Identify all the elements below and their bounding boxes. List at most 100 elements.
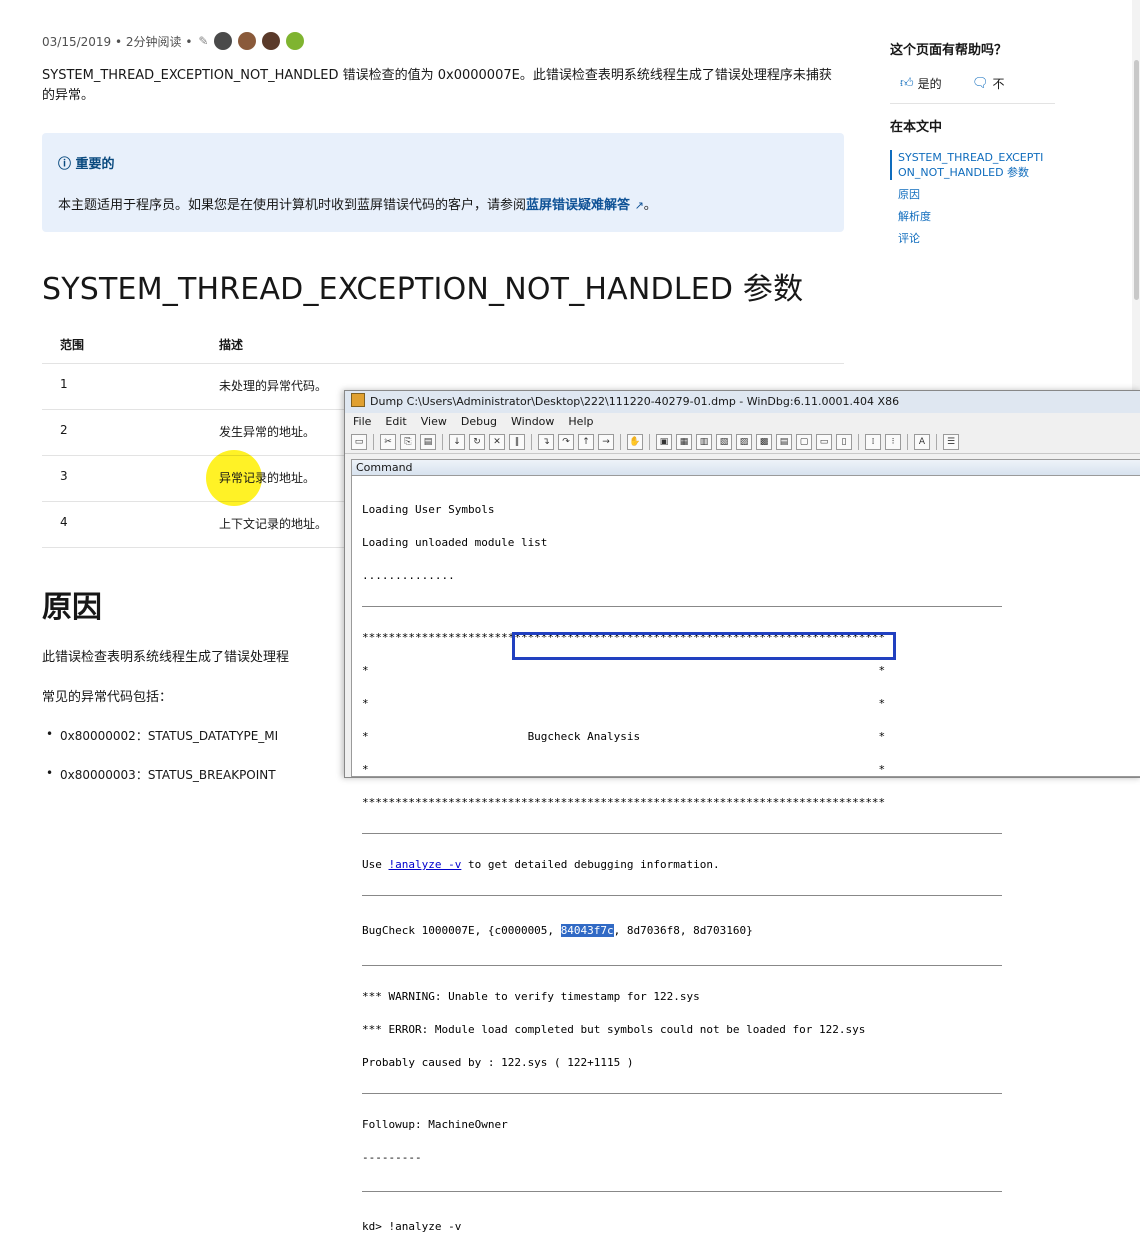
feedback-no-button[interactable]: 🗨︎ 不: [972, 75, 1005, 92]
cut-icon[interactable]: ✂: [380, 434, 396, 450]
feedback-question: 这个页面有帮助吗？: [890, 43, 1008, 58]
output-line: ---------: [362, 1151, 422, 1164]
divider: [890, 103, 1055, 104]
stop-debugging-icon[interactable]: ✕: [489, 434, 505, 450]
output-divider: [362, 606, 1002, 607]
menu-edit[interactable]: Edit: [385, 413, 406, 431]
locals-window-icon[interactable]: ▥: [696, 434, 712, 450]
command-window-icon[interactable]: ▣: [656, 434, 672, 450]
toolbar-separator: [531, 434, 532, 450]
output-line: * *: [362, 697, 886, 710]
article-meta: 03/15/2019 • 2分钟阅读 • ✎: [42, 32, 305, 50]
alert-text-end: 。: [643, 198, 657, 213]
alert-body: 本主题适用于程序员。如果您是在使用计算机时收到蓝屏错误代码的客户，请参阅蓝屏错误…: [58, 194, 657, 213]
toc-item-resolution[interactable]: 解析度: [890, 209, 1060, 224]
menu-view[interactable]: View: [421, 413, 447, 431]
windbg-titlebar[interactable]: Dump C:\Users\Administrator\Desktop\222\…: [345, 391, 1140, 413]
watch-window-icon[interactable]: ▦: [676, 434, 692, 450]
table-cell: 上下文记录的地址。: [219, 517, 328, 531]
output-divider: [362, 1191, 1002, 1192]
output-line: ..............: [362, 569, 455, 582]
page-scrollbar-thumb[interactable]: [1134, 60, 1139, 300]
toc-item-cause[interactable]: 原因: [890, 187, 1060, 202]
output-line: * *: [362, 763, 886, 776]
thumbs-up-icon: 👍︎: [900, 76, 914, 91]
step-over-icon[interactable]: ↷: [558, 434, 574, 450]
memory-window-icon[interactable]: ▨: [736, 434, 752, 450]
external-link-icon: ↗: [634, 199, 644, 212]
output-line: ****************************************…: [362, 796, 886, 809]
step-out-icon[interactable]: ↑: [578, 434, 594, 450]
toc-item-parameters[interactable]: SYSTEM_THREAD_EXCEPTION_NOT_HANDLED 参数: [890, 150, 1048, 180]
menu-debug[interactable]: Debug: [461, 413, 497, 431]
toolbar-separator: [858, 434, 859, 450]
bluescreen-troubleshoot-link[interactable]: 蓝屏错误疑难解答 ↗: [526, 198, 644, 213]
bugcheck-suffix: , 8d7036f8, 8d703160}: [613, 924, 753, 937]
break-icon[interactable]: ‖: [509, 434, 525, 450]
font-icon[interactable]: A: [914, 434, 930, 450]
list-item: 0x80000003：STATUS_BREAKPOINT: [46, 766, 276, 783]
contributor-avatar[interactable]: [238, 32, 257, 50]
table-of-contents: SYSTEM_THREAD_EXCEPTION_NOT_HANDLED 参数 原…: [890, 150, 1060, 253]
toolbar-separator: [649, 434, 650, 450]
menu-file[interactable]: File: [353, 413, 371, 431]
table-cell: 3: [60, 469, 68, 483]
output-divider: [362, 895, 1002, 896]
paste-icon[interactable]: ▤: [420, 434, 436, 450]
windbg-menubar: File Edit View Debug Window Help: [345, 413, 1140, 431]
list-item: 0x80000002：STATUS_DATATYPE_MI: [46, 727, 278, 744]
edit-icon[interactable]: ✎: [198, 34, 208, 48]
cause-heading: 原因: [42, 590, 102, 625]
comment-icon: 🗨︎: [972, 76, 989, 91]
analyze-command-link[interactable]: !analyze -v: [389, 858, 462, 871]
scratch-pad-icon[interactable]: ▢: [796, 434, 812, 450]
restart-icon[interactable]: ↻: [469, 434, 485, 450]
output-line: Loading User Symbols: [362, 503, 495, 516]
copy-icon[interactable]: ⎘: [400, 434, 416, 450]
output-line: *** ERROR: Module load completed but sym…: [362, 1023, 866, 1036]
codes-intro: 常见的异常代码包括：: [42, 690, 173, 705]
contributor-avatar[interactable]: [214, 32, 233, 50]
contributor-avatar[interactable]: [262, 32, 281, 50]
menu-help[interactable]: Help: [568, 413, 593, 431]
open-icon[interactable]: ▭: [351, 434, 367, 450]
selected-address[interactable]: 84043f7c: [560, 924, 614, 937]
binary-mode-icon[interactable]: ⁝: [885, 434, 901, 450]
output-divider: [362, 833, 1002, 834]
call-stack-icon[interactable]: ▩: [756, 434, 772, 450]
toolbar-separator: [936, 434, 937, 450]
command-pane-title: Command: [351, 459, 1140, 476]
annotation-highlight-box: [512, 632, 896, 660]
disassembly-icon[interactable]: ▤: [776, 434, 792, 450]
use-prefix: Use: [362, 858, 389, 871]
toolbar-separator: [373, 434, 374, 450]
registers-window-icon[interactable]: ▧: [716, 434, 732, 450]
menu-window[interactable]: Window: [511, 413, 554, 431]
feedback-yes-button[interactable]: 👍︎ 是的: [900, 75, 942, 92]
command-output-pane[interactable]: Loading User Symbols Loading unloaded mo…: [351, 475, 1140, 1232]
bugcheck-line: BugCheck 1000007E, {c0000005, 84043f7c, …: [362, 924, 1002, 937]
command-output: Loading User Symbols Loading unloaded mo…: [362, 482, 1002, 1254]
toc-item-comments[interactable]: 评论: [890, 231, 1060, 246]
no-label: 不: [992, 77, 1005, 91]
intro-paragraph: SYSTEM_THREAD_EXCEPTION_NOT_HANDLED 错误检查…: [42, 68, 832, 103]
output-line: kd> !analyze -v: [362, 1220, 462, 1233]
contributor-avatar[interactable]: [286, 32, 305, 50]
output-line: Probably caused by : 122.sys ( 122+1115 …: [362, 1056, 634, 1069]
output-line: *** WARNING: Unable to verify timestamp …: [362, 990, 700, 1003]
meta-text: 03/15/2019 • 2分钟阅读 •: [42, 34, 193, 49]
breakpoint-hand-icon[interactable]: ✋: [627, 434, 643, 450]
go-icon[interactable]: ↓: [449, 434, 465, 450]
table-cell: 1: [60, 377, 68, 391]
output-line: * Bugcheck Analysis *: [362, 730, 886, 743]
run-to-cursor-icon[interactable]: →: [598, 434, 614, 450]
yes-label: 是的: [917, 77, 942, 91]
source-mode-icon[interactable]: ▯: [836, 434, 852, 450]
options-icon[interactable]: ☰: [943, 434, 959, 450]
alert-text: 本主题适用于程序员。如果您是在使用计算机时收到蓝屏错误代码的客户，请参阅: [58, 198, 527, 213]
processes-threads-icon[interactable]: ▭: [816, 434, 832, 450]
step-into-icon[interactable]: ↴: [538, 434, 554, 450]
cause-paragraph: 此错误检查表明系统线程生成了错误处理程: [42, 650, 290, 665]
link-label[interactable]: 蓝屏错误疑难解答: [526, 198, 630, 213]
hex-mode-icon[interactable]: ⁞: [865, 434, 881, 450]
